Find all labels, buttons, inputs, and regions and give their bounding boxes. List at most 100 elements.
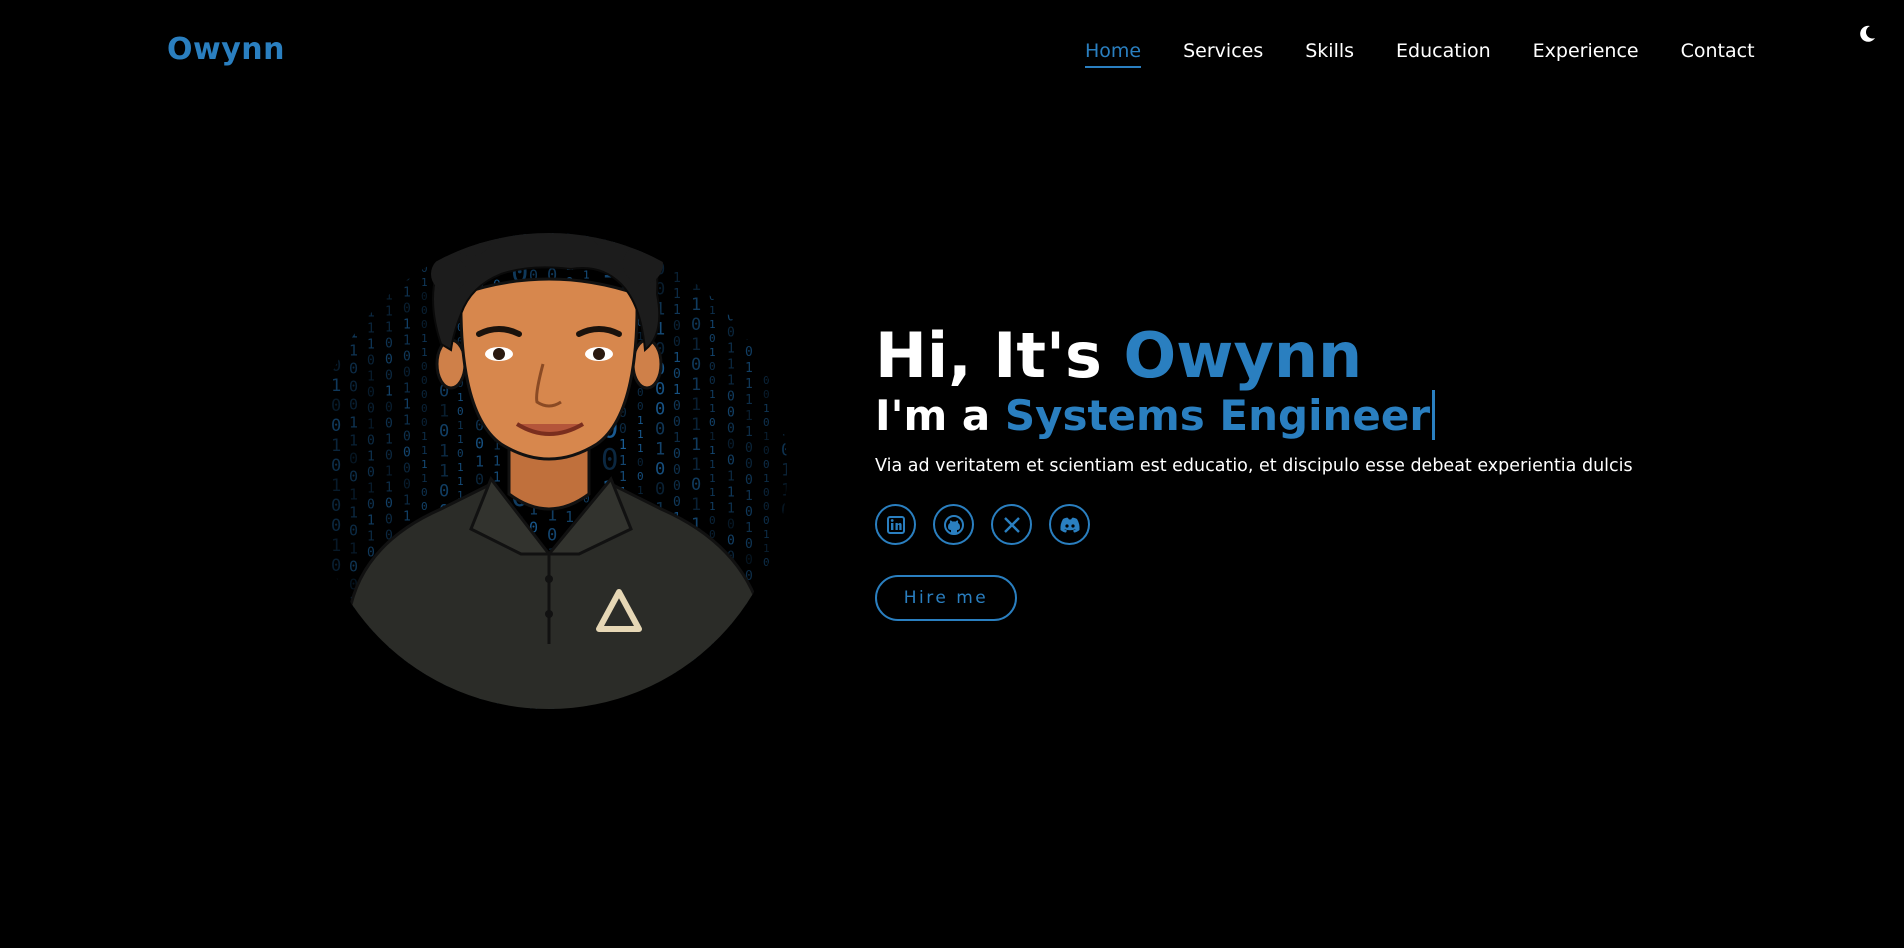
svg-text:1: 1 <box>349 683 358 701</box>
x-icon[interactable] <box>991 504 1032 545</box>
nav-item-experience[interactable]: Experience <box>1533 40 1639 68</box>
svg-text:0: 0 <box>349 179 358 197</box>
svg-text:1: 1 <box>565 184 574 202</box>
svg-text:0: 0 <box>781 620 791 640</box>
brand-logo[interactable]: Owynn <box>167 32 285 67</box>
svg-text:0: 0 <box>331 336 341 356</box>
svg-text:1: 1 <box>457 713 464 726</box>
svg-text:1: 1 <box>727 181 735 196</box>
svg-text:0: 0 <box>745 281 753 296</box>
svg-text:0: 0 <box>673 719 681 734</box>
svg-text:1: 1 <box>691 695 701 715</box>
svg-text:0: 0 <box>367 226 375 241</box>
svg-text:1: 1 <box>709 234 716 247</box>
discord-icon[interactable] <box>1049 504 1090 545</box>
svg-text:0: 0 <box>709 220 716 233</box>
nav-item-home[interactable]: Home <box>1085 40 1142 68</box>
svg-text:1: 1 <box>619 182 627 197</box>
svg-text:1: 1 <box>421 710 428 723</box>
svg-text:0: 0 <box>331 236 341 256</box>
svg-text:1: 1 <box>727 629 735 644</box>
svg-text:0: 0 <box>403 174 411 189</box>
svg-text:1: 1 <box>727 293 735 308</box>
svg-text:0: 0 <box>763 654 770 667</box>
svg-text:1: 1 <box>781 340 791 360</box>
svg-text:0: 0 <box>331 616 341 636</box>
hire-me-button[interactable]: Hire me <box>875 575 1017 621</box>
svg-text:0: 0 <box>385 193 393 208</box>
svg-text:0: 0 <box>727 261 735 276</box>
svg-text:0: 0 <box>781 660 791 680</box>
svg-text:0: 0 <box>439 202 449 222</box>
svg-text:1: 1 <box>673 175 681 190</box>
svg-text:1: 1 <box>763 262 770 275</box>
svg-text:1: 1 <box>403 718 411 733</box>
nav-item-contact[interactable]: Contact <box>1681 40 1755 68</box>
svg-text:1: 1 <box>763 304 770 317</box>
svg-text:1: 1 <box>439 174 449 182</box>
svg-text:0: 0 <box>457 223 464 236</box>
svg-text:1: 1 <box>673 207 681 222</box>
svg-text:1: 1 <box>763 584 770 597</box>
hero-description: Via ad veritatem et scientiam est educat… <box>875 456 1633 476</box>
svg-text:0: 0 <box>763 192 770 205</box>
svg-text:0: 0 <box>745 681 753 696</box>
svg-text:0: 0 <box>403 686 411 701</box>
svg-text:0: 0 <box>745 233 753 248</box>
svg-text:1: 1 <box>421 174 428 177</box>
svg-text:0: 0 <box>439 702 449 722</box>
svg-text:0: 0 <box>349 647 358 665</box>
svg-text:0: 0 <box>385 673 393 688</box>
svg-text:1: 1 <box>475 174 484 182</box>
svg-text:0: 0 <box>781 640 791 660</box>
svg-text:0: 0 <box>421 234 428 247</box>
linkedin-icon[interactable] <box>875 504 916 545</box>
svg-text:1: 1 <box>403 702 411 717</box>
svg-text:0: 0 <box>781 320 791 340</box>
nav-item-skills[interactable]: Skills <box>1305 40 1354 68</box>
svg-text:0: 0 <box>511 174 528 193</box>
svg-text:0: 0 <box>727 277 735 292</box>
svg-text:1: 1 <box>619 198 627 213</box>
svg-text:1: 1 <box>403 190 411 205</box>
svg-text:0: 0 <box>619 230 627 245</box>
svg-text:0: 0 <box>709 668 716 681</box>
svg-text:1: 1 <box>763 668 770 681</box>
nav-item-services[interactable]: Services <box>1183 40 1263 68</box>
svg-text:1: 1 <box>331 656 341 676</box>
svg-text:0: 0 <box>349 719 358 737</box>
svg-text:0: 0 <box>673 255 681 270</box>
svg-text:0: 0 <box>709 276 716 289</box>
svg-text:0: 0 <box>421 220 428 233</box>
svg-text:0: 0 <box>493 199 501 214</box>
svg-text:1: 1 <box>673 703 681 718</box>
svg-text:1: 1 <box>781 600 791 620</box>
github-icon[interactable] <box>933 504 974 545</box>
svg-text:0: 0 <box>349 233 358 251</box>
moon-icon[interactable] <box>1857 24 1877 44</box>
svg-text:0: 0 <box>763 276 770 289</box>
nav-item-education[interactable]: Education <box>1396 40 1491 68</box>
svg-text:1: 1 <box>745 617 753 632</box>
svg-text:1: 1 <box>781 300 791 320</box>
svg-text:0: 0 <box>331 676 341 696</box>
main-nav: Home Services Skills Education Experienc… <box>1085 40 1797 68</box>
svg-text:0: 0 <box>367 178 375 193</box>
svg-text:0: 0 <box>763 178 770 191</box>
svg-text:0: 0 <box>529 176 538 194</box>
svg-text:1: 1 <box>781 360 791 380</box>
svg-text:0: 0 <box>691 175 701 195</box>
svg-text:1: 1 <box>403 254 411 269</box>
svg-text:1: 1 <box>781 700 791 720</box>
svg-text:0: 0 <box>385 241 393 256</box>
svg-text:0: 0 <box>763 346 770 359</box>
svg-text:1: 1 <box>421 682 428 695</box>
svg-text:0: 0 <box>763 682 770 695</box>
svg-text:0: 0 <box>403 670 411 685</box>
svg-text:1: 1 <box>745 713 753 728</box>
svg-text:1: 1 <box>781 240 791 260</box>
svg-text:1: 1 <box>511 703 528 737</box>
svg-text:1: 1 <box>367 290 375 305</box>
svg-text:0: 0 <box>529 212 538 230</box>
svg-text:1: 1 <box>583 198 590 211</box>
